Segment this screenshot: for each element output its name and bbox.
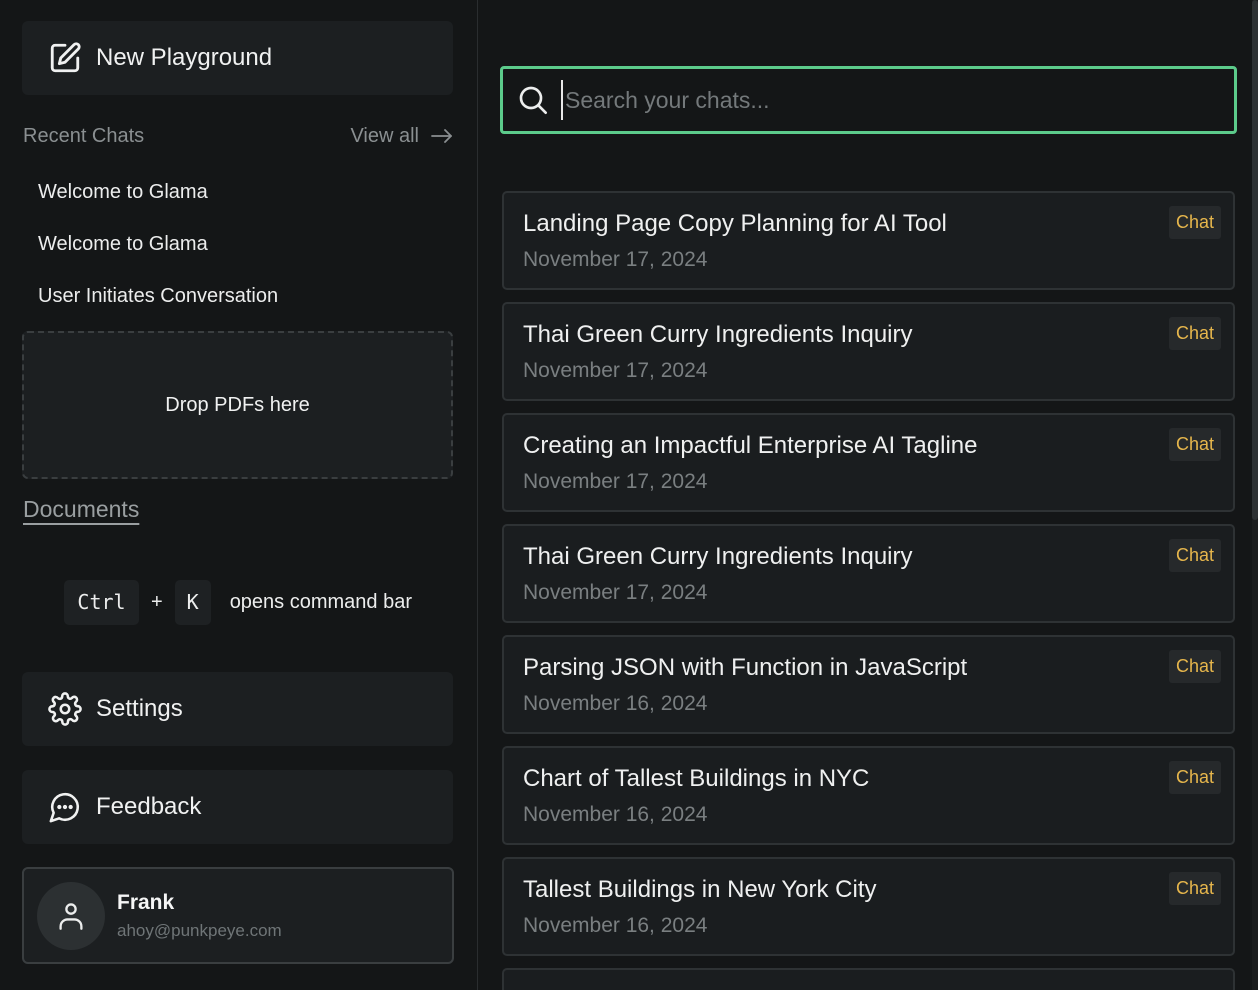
chat-date: November 17, 2024 xyxy=(523,470,708,493)
chat-card[interactable]: Parsing JSON with Function in JavaScript… xyxy=(502,635,1235,734)
new-playground-button[interactable]: New Playground xyxy=(22,21,453,95)
settings-label: Settings xyxy=(96,695,183,722)
chat-type-badge: Chat xyxy=(1168,539,1221,572)
search-box[interactable] xyxy=(500,66,1237,134)
chat-card[interactable]: Creating an Impactful Enterprise AI Tagl… xyxy=(502,413,1235,512)
command-bar-shortcut-hint: Ctrl + K opens command bar xyxy=(64,579,412,625)
chat-type-badge: Chat xyxy=(1168,317,1221,350)
chat-title: Creating an Impactful Enterprise AI Tagl… xyxy=(523,432,978,459)
recent-chats-list: Welcome to Glama Welcome to Glama User I… xyxy=(38,178,448,334)
ctrl-key: Ctrl xyxy=(64,579,139,625)
app-window: New Playground Recent Chats View all Wel… xyxy=(0,0,1258,990)
chat-type-badge: Chat xyxy=(1168,761,1221,794)
chat-card[interactable]: Thai Green Curry Ingredients Inquiry Nov… xyxy=(502,524,1235,623)
new-playground-label: New Playground xyxy=(96,44,273,71)
chat-type-badge: Chat xyxy=(1168,650,1221,683)
settings-button[interactable]: Settings xyxy=(22,672,453,746)
recent-chats-label: Recent Chats xyxy=(23,124,145,147)
recent-chat-item[interactable]: User Initiates Conversation xyxy=(38,282,448,334)
view-all-label: View all xyxy=(350,124,419,147)
search-icon xyxy=(519,86,547,114)
edit-square-icon xyxy=(50,42,81,73)
sidebar: New Playground Recent Chats View all Wel… xyxy=(0,0,478,990)
pdf-dropzone[interactable]: Drop PDFs here xyxy=(22,331,453,479)
documents-link[interactable]: Documents xyxy=(23,496,139,523)
k-key: K xyxy=(174,579,211,625)
shortcut-description: opens command bar xyxy=(229,590,413,613)
chat-title: Thai Green Curry Ingredients Inquiry xyxy=(523,321,913,348)
user-profile-card[interactable]: Frank ahoy@punkpeye.com xyxy=(22,867,454,964)
avatar xyxy=(37,881,105,950)
chat-title: Chart of Tallest Buildings in NYC xyxy=(523,765,870,792)
chat-bubble-icon xyxy=(49,792,80,823)
scrollbar[interactable] xyxy=(1252,0,1258,990)
chat-title: Thai Green Curry Ingredients Inquiry xyxy=(523,543,913,570)
chat-type-badge: Chat xyxy=(1168,872,1221,905)
chat-card[interactable]: Chart of Tallest Buildings in NYC Novemb… xyxy=(502,746,1235,845)
chat-title: Tallest Buildings in New York City xyxy=(523,876,877,903)
search-input[interactable] xyxy=(561,80,1234,120)
gear-icon xyxy=(48,692,82,726)
user-email: ahoy@punkpeye.com xyxy=(117,920,282,940)
recent-chat-item[interactable]: Welcome to Glama xyxy=(38,230,448,282)
view-all-link[interactable]: View all xyxy=(350,125,453,148)
chat-date: November 17, 2024 xyxy=(523,581,708,604)
chat-title: Parsing JSON with Function in JavaScript xyxy=(523,654,968,681)
user-name: Frank xyxy=(117,890,175,914)
chat-card[interactable]: Tallest Buildings in New York City Novem… xyxy=(502,857,1235,956)
arrow-right-icon xyxy=(431,129,452,143)
chat-card[interactable]: Landing Page Copy Planning for AI Tool N… xyxy=(502,191,1235,290)
user-info: Frank ahoy@punkpeye.com xyxy=(117,891,282,941)
chat-date: November 16, 2024 xyxy=(523,803,708,826)
scrollbar-thumb[interactable] xyxy=(1252,0,1258,520)
chat-date: November 17, 2024 xyxy=(523,359,708,382)
chat-date: November 16, 2024 xyxy=(523,914,708,937)
chat-type-badge: Chat xyxy=(1168,428,1221,461)
chat-card[interactable]: Thai Green Curry Ingredients Inquiry Nov… xyxy=(502,302,1235,401)
chat-date: November 16, 2024 xyxy=(523,692,708,715)
main-content: Landing Page Copy Planning for AI Tool N… xyxy=(479,0,1258,990)
recent-chats-header: Recent Chats View all xyxy=(23,122,453,150)
plus-sign: + xyxy=(151,590,163,613)
user-icon xyxy=(59,902,83,930)
chat-date: November 17, 2024 xyxy=(523,248,708,271)
feedback-label: Feedback xyxy=(96,793,202,820)
recent-chat-item[interactable]: Welcome to Glama xyxy=(38,178,448,230)
chat-type-badge: Chat xyxy=(1168,206,1221,239)
chat-list: Landing Page Copy Planning for AI Tool N… xyxy=(502,191,1235,990)
dropzone-label: Drop PDFs here xyxy=(165,393,310,416)
feedback-button[interactable]: Feedback xyxy=(22,770,453,844)
chat-title: Landing Page Copy Planning for AI Tool xyxy=(523,210,947,237)
chat-card[interactable] xyxy=(502,968,1235,990)
